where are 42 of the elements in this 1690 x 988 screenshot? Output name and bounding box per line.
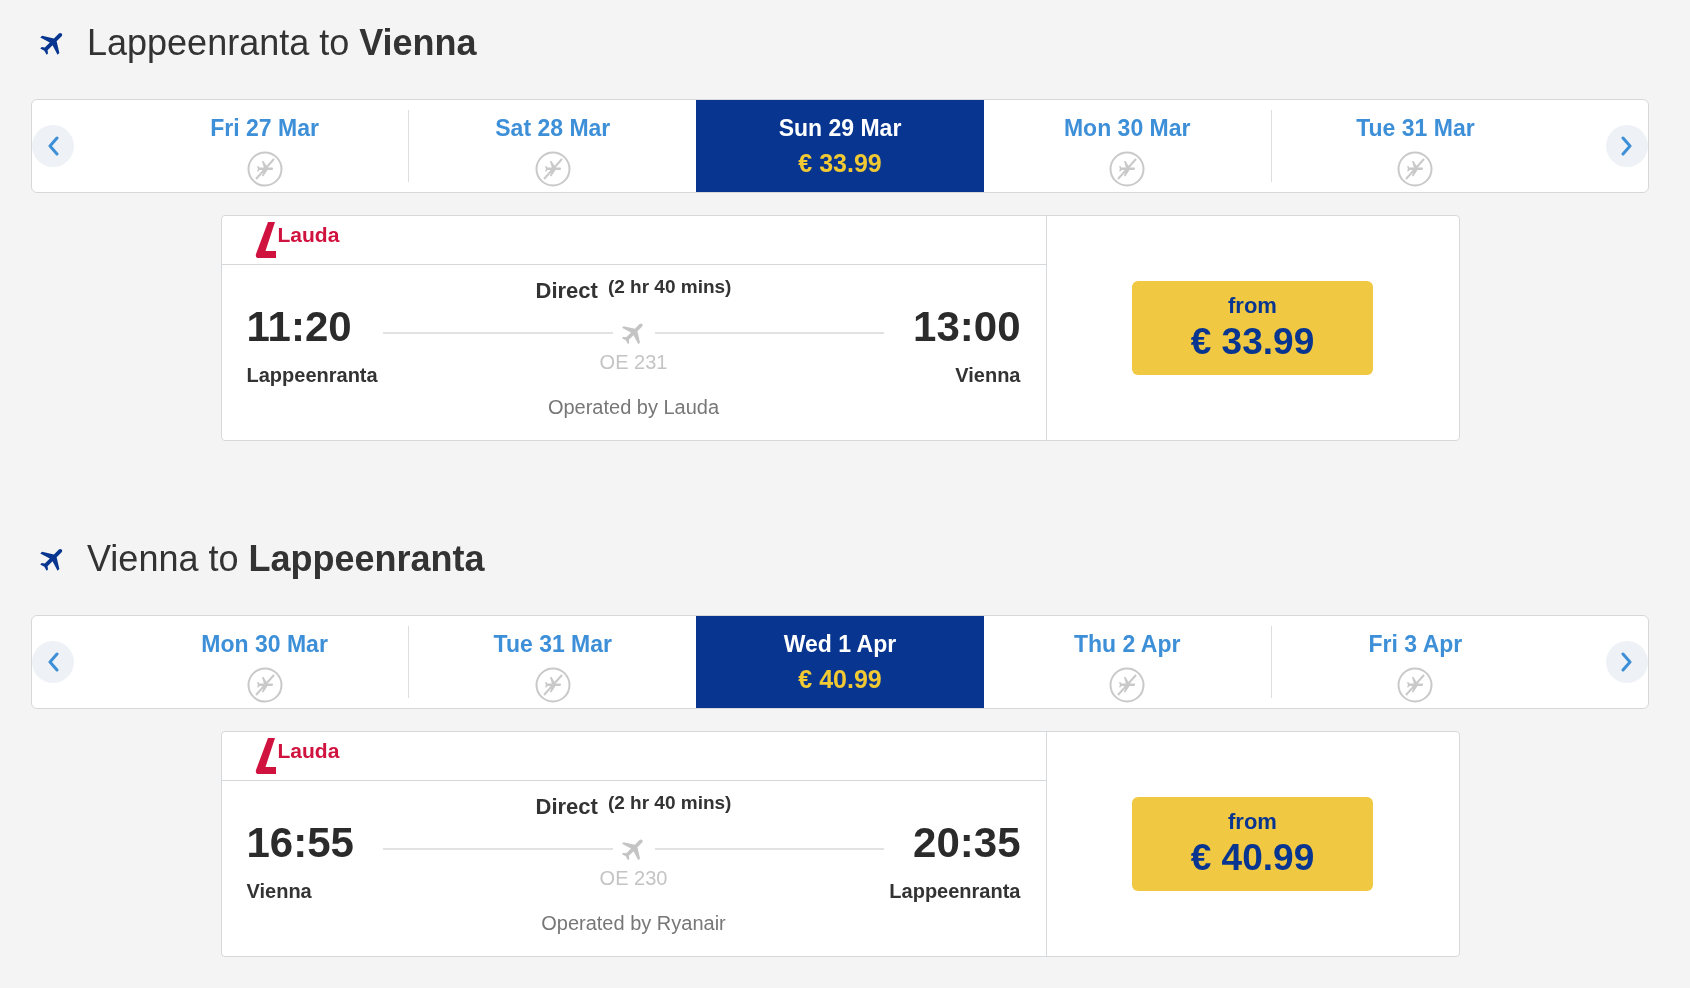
date-tab[interactable]: Wed 1 Apr € 40.99 — [696, 616, 984, 708]
chevron-right-icon — [1621, 652, 1633, 672]
airline-name: Lauda — [277, 739, 340, 763]
crossed-plane-icon — [1397, 151, 1434, 187]
price-button[interactable]: from € 33.99 — [1132, 281, 1373, 375]
departure-time: 16:55 — [246, 819, 354, 867]
arrival-city: Lappeenranta — [889, 879, 1021, 903]
flight-number: OE 230 — [599, 867, 668, 889]
next-dates-button[interactable] — [1606, 125, 1648, 167]
date-tab[interactable]: Sun 29 Mar € 33.99 — [696, 100, 984, 192]
crossed-plane-icon — [1397, 667, 1434, 703]
previous-dates-button[interactable] — [32, 125, 74, 167]
arrival-city: Vienna — [955, 363, 1021, 387]
operator-label: Operated by Ryanair — [541, 912, 726, 934]
crossed-plane-icon — [246, 667, 283, 703]
arrival-time: 13:00 — [913, 303, 1021, 351]
previous-dates-button[interactable] — [32, 641, 74, 683]
crossed-plane-icon — [534, 151, 571, 187]
arrival-time: 20:35 — [913, 819, 1021, 867]
chevron-right-icon — [1621, 136, 1633, 156]
crossed-plane-icon — [1109, 667, 1146, 703]
logo-mark-icon — [254, 222, 276, 258]
logo-mark-icon — [254, 738, 276, 774]
operator-label: Operated by Lauda — [547, 396, 720, 418]
departure-city: Vienna — [246, 879, 312, 903]
stops-label: Direct — [535, 278, 598, 304]
departure-time: 11:20 — [246, 303, 352, 351]
departure-city: Lappeenranta — [246, 363, 378, 387]
duration-label: (2 hr 40 mins) — [607, 792, 732, 814]
flight-number: OE 231 — [599, 351, 668, 373]
crossed-plane-icon — [246, 151, 283, 187]
chevron-left-icon — [47, 136, 59, 156]
next-dates-button[interactable] — [1606, 641, 1648, 683]
airline-name: Lauda — [277, 223, 340, 247]
stops-label: Direct — [535, 794, 598, 820]
duration-label: (2 hr 40 mins) — [607, 276, 732, 298]
crossed-plane-icon — [534, 667, 571, 703]
route-heading: Lappeenranta to Vienna — [87, 21, 477, 65]
chevron-left-icon — [47, 652, 59, 672]
route-heading: Vienna to Lappeenranta — [87, 537, 485, 581]
crossed-plane-icon — [1109, 151, 1146, 187]
price-button[interactable]: from € 40.99 — [1132, 797, 1373, 891]
